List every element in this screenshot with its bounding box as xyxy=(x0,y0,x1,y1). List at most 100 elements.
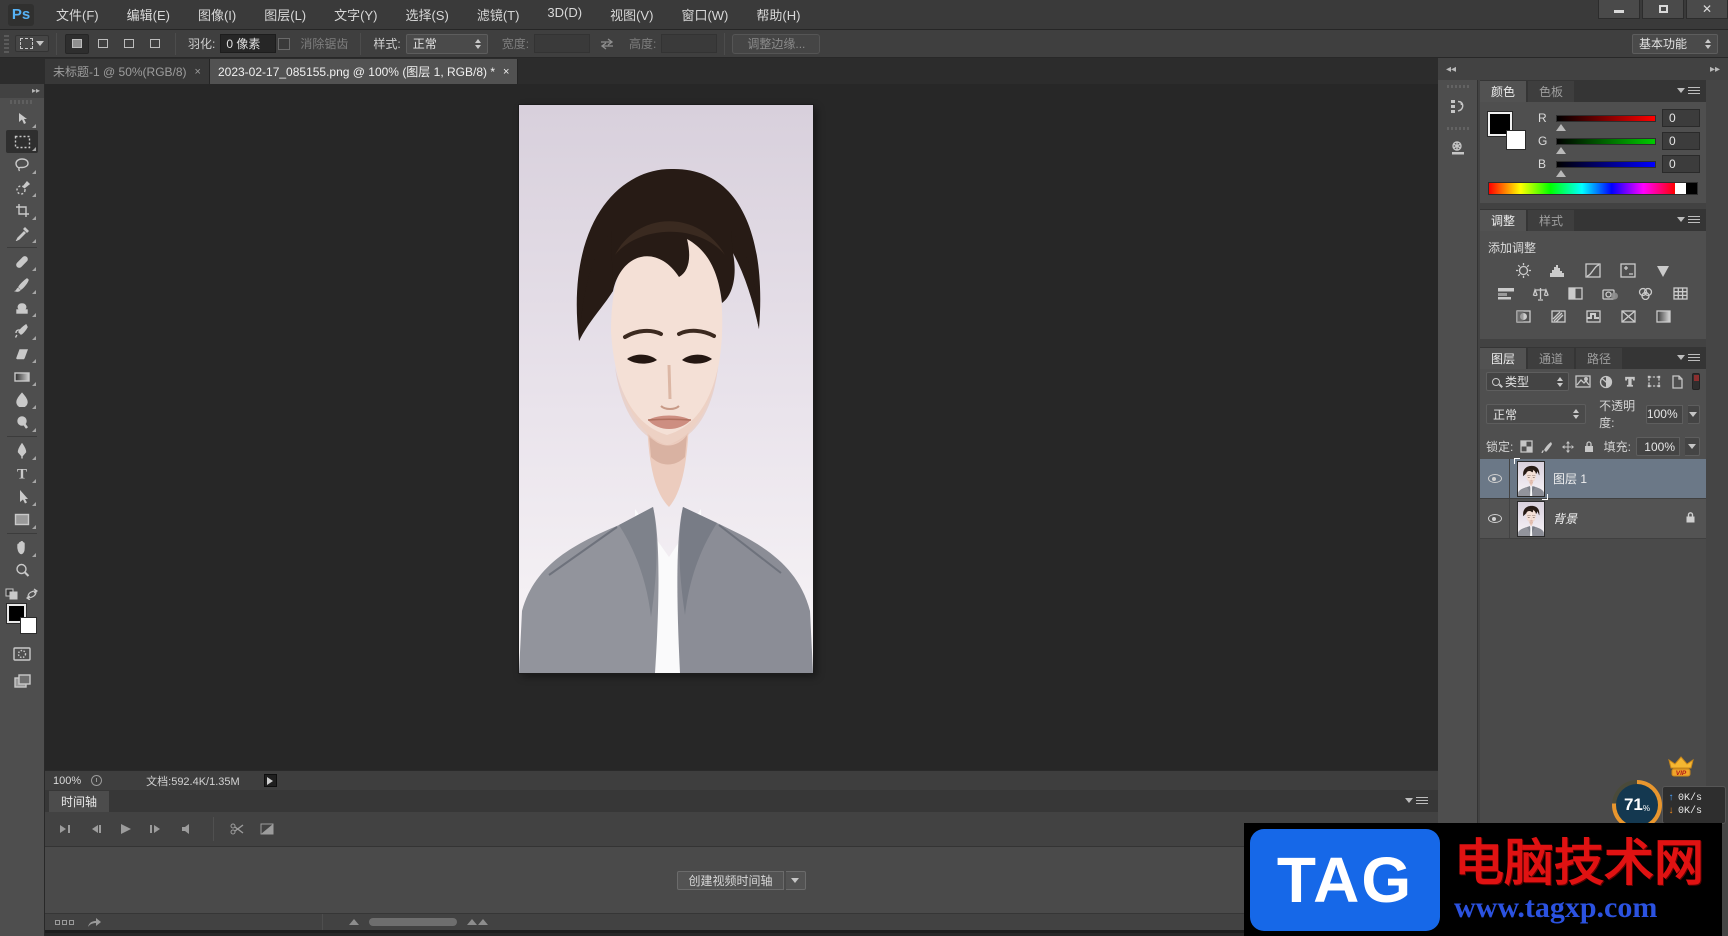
zoom-tool[interactable] xyxy=(6,559,38,582)
layers-panel-menu-icon[interactable] xyxy=(1677,353,1700,361)
menu-window[interactable]: 窗口(W) xyxy=(669,2,740,27)
selection-intersect-button[interactable] xyxy=(143,34,167,54)
screen-mode-button[interactable] xyxy=(6,669,38,692)
tools-grip[interactable] xyxy=(10,100,34,104)
green-slider[interactable] xyxy=(1556,137,1656,154)
menu-filter[interactable]: 滤镜(T) xyxy=(465,2,532,27)
color-balance-icon[interactable] xyxy=(1530,285,1552,302)
tab-adjustments[interactable]: 调整 xyxy=(1480,210,1527,231)
maximize-button[interactable] xyxy=(1642,0,1684,19)
antialias-checkbox[interactable] xyxy=(278,37,291,50)
layer-name[interactable]: 图层 1 xyxy=(1553,470,1587,487)
color-lookup-icon[interactable] xyxy=(1670,285,1692,302)
status-flyout-button[interactable] xyxy=(263,774,277,787)
dodge-tool[interactable] xyxy=(6,411,38,434)
zoom-out-timeline-icon[interactable] xyxy=(349,919,359,925)
red-value-input[interactable]: 0 xyxy=(1662,109,1700,127)
channel-mixer-icon[interactable] xyxy=(1635,285,1657,302)
document-tab-untitled[interactable]: 未标题-1 @ 50%(RGB/8) × xyxy=(45,59,210,84)
clone-stamp-tool[interactable] xyxy=(6,296,38,319)
color-panel-menu-icon[interactable] xyxy=(1677,86,1700,94)
photo-filter-icon[interactable] xyxy=(1600,285,1622,302)
lasso-tool[interactable] xyxy=(6,153,38,176)
lock-position-icon[interactable] xyxy=(1560,439,1576,455)
options-grip[interactable] xyxy=(4,34,9,53)
spot-healing-brush-tool[interactable] xyxy=(6,250,38,273)
history-panel-icon[interactable] xyxy=(1443,92,1473,120)
layer-thumbnail[interactable] xyxy=(1514,457,1548,500)
document-tab-active[interactable]: 2023-02-17_085155.png @ 100% (图层 1, RGB/… xyxy=(209,59,519,84)
play-button[interactable] xyxy=(113,818,139,840)
lock-transparency-icon[interactable] xyxy=(1518,439,1534,455)
history-brush-tool[interactable] xyxy=(6,319,38,342)
collapse-dock-icon[interactable]: ◂◂ xyxy=(1446,64,1456,75)
width-input[interactable] xyxy=(534,34,591,53)
lock-all-icon[interactable] xyxy=(1581,439,1597,455)
blue-value-input[interactable]: 0 xyxy=(1662,155,1700,173)
previous-frame-button[interactable] xyxy=(83,818,109,840)
timeline-panel-menu-icon[interactable] xyxy=(1405,796,1428,804)
tab-swatches[interactable]: 色板 xyxy=(1528,81,1575,102)
tool-preset-picker[interactable] xyxy=(15,35,49,52)
menu-layer[interactable]: 图层(L) xyxy=(252,2,318,27)
quick-mask-button[interactable] xyxy=(6,642,38,665)
filter-adjustment-layers-icon[interactable] xyxy=(1597,373,1616,391)
opacity-dropdown-icon[interactable] xyxy=(1687,404,1700,424)
style-dropdown[interactable]: 正常 xyxy=(405,33,488,54)
vibrance-icon[interactable] xyxy=(1652,262,1674,279)
tab-close-icon[interactable]: × xyxy=(195,66,201,78)
layer-thumbnail[interactable] xyxy=(1517,500,1545,537)
filter-pixel-layers-icon[interactable] xyxy=(1574,373,1593,391)
vip-crown-icon[interactable]: VIP xyxy=(1668,756,1694,781)
invert-icon[interactable] xyxy=(1512,308,1534,325)
zoom-level[interactable]: 100% xyxy=(45,775,91,787)
path-selection-tool[interactable] xyxy=(6,485,38,508)
zoom-in-timeline-icon[interactable] xyxy=(467,919,488,925)
audio-mute-button[interactable] xyxy=(173,818,199,840)
timeline-tab[interactable]: 时间轴 xyxy=(49,791,110,812)
default-colors-icon[interactable] xyxy=(5,588,18,600)
swap-dimensions-icon[interactable] xyxy=(598,37,616,50)
posterize-icon[interactable] xyxy=(1547,308,1569,325)
fill-dropdown-icon[interactable] xyxy=(1685,437,1700,456)
eyedropper-tool[interactable] xyxy=(6,222,38,245)
rectangle-tool[interactable] xyxy=(6,508,38,531)
background-color-swatch[interactable] xyxy=(20,617,37,634)
visibility-cell[interactable] xyxy=(1480,459,1510,498)
tab-color[interactable]: 颜色 xyxy=(1480,81,1527,102)
go-to-first-frame-button[interactable] xyxy=(53,818,79,840)
tools-collapse-icon[interactable]: ▸▸ xyxy=(0,84,44,98)
layer-name[interactable]: 背景 xyxy=(1553,510,1577,527)
menu-help[interactable]: 帮助(H) xyxy=(744,2,812,27)
background-color-swatch[interactable] xyxy=(1506,130,1526,150)
frame-animation-icon[interactable] xyxy=(55,919,74,925)
blur-tool[interactable] xyxy=(6,388,38,411)
fill-input[interactable]: 100% xyxy=(1636,437,1680,456)
menu-select[interactable]: 选择(S) xyxy=(393,2,460,27)
transition-button[interactable] xyxy=(254,818,280,840)
filter-type-dropdown[interactable]: 类型 xyxy=(1486,372,1569,391)
minimize-button[interactable] xyxy=(1598,0,1640,19)
lock-pixels-icon[interactable] xyxy=(1539,439,1555,455)
document-image[interactable] xyxy=(519,105,813,673)
selective-color-icon[interactable] xyxy=(1652,308,1674,325)
selection-subtract-button[interactable] xyxy=(117,34,141,54)
selection-new-button[interactable] xyxy=(65,33,89,54)
workspace-switcher[interactable]: 基本功能 xyxy=(1632,33,1718,54)
next-frame-button[interactable] xyxy=(143,818,169,840)
tab-layers[interactable]: 图层 xyxy=(1480,348,1527,369)
exposure-icon[interactable] xyxy=(1617,262,1639,279)
height-input[interactable] xyxy=(661,34,718,53)
menu-view[interactable]: 视图(V) xyxy=(598,2,665,27)
expand-dock-icon[interactable]: ▸▸ xyxy=(1710,64,1720,75)
layer-row-background[interactable]: 背景 xyxy=(1480,499,1706,539)
filter-smart-objects-icon[interactable] xyxy=(1668,373,1687,391)
timeline-zoom-slider[interactable] xyxy=(369,918,457,926)
levels-icon[interactable] xyxy=(1547,262,1569,279)
refine-edge-button[interactable]: 调整边缘... xyxy=(732,33,821,54)
quick-selection-tool[interactable] xyxy=(6,176,38,199)
menu-image[interactable]: 图像(I) xyxy=(186,2,248,27)
adjustments-panel-menu-icon[interactable] xyxy=(1677,215,1700,223)
green-value-input[interactable]: 0 xyxy=(1662,132,1700,150)
move-tool[interactable] xyxy=(6,107,38,130)
